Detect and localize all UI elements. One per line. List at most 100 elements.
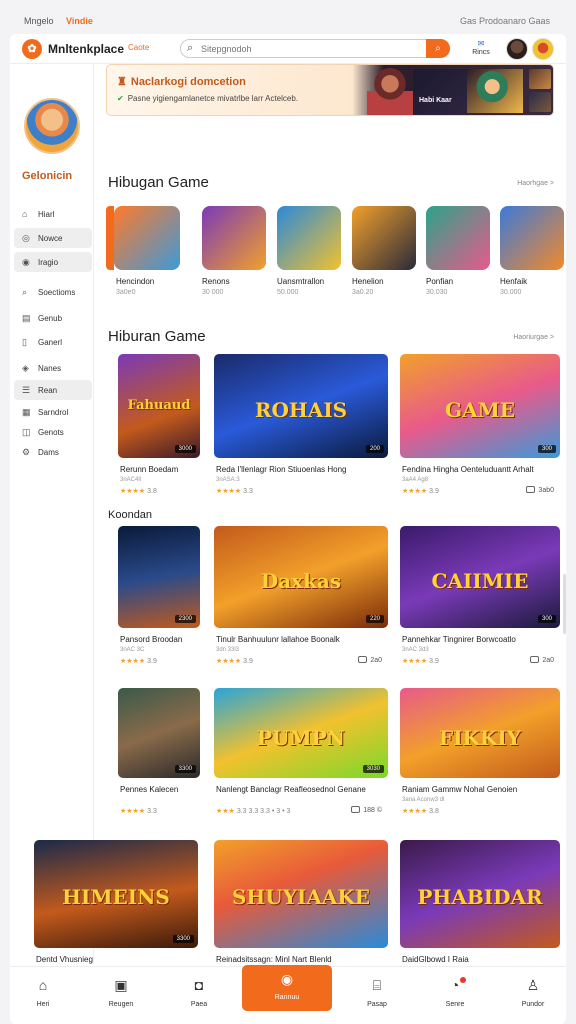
game-badge: 220	[365, 615, 384, 623]
store-icon: ▣	[114, 977, 128, 993]
search-submit-button[interactable]: ⌕	[426, 39, 450, 58]
game-title: Reinadsitssagn: Minl Nart Blenld	[216, 955, 332, 964]
game-cover-image[interactable]: CAIIMIE 300	[400, 526, 560, 628]
comment-icon	[351, 806, 361, 813]
game-card[interactable]: 3300 Pennes Kalecen ★★★★ 3.3	[118, 688, 200, 818]
sidebar-avatar[interactable]	[24, 98, 80, 154]
game-title: Reda I'llenlagr Rion Stiuoenlas Hong	[216, 465, 347, 474]
app-card[interactable]: Uansmtrallon 50.000	[277, 206, 341, 298]
search-input[interactable]	[201, 42, 421, 56]
user-avatar[interactable]	[506, 38, 528, 60]
brand-subtitle: Caote	[128, 43, 150, 52]
app-icon-image[interactable]	[500, 206, 564, 270]
sidebar-item-label: Nanes	[38, 364, 62, 373]
game-card[interactable]: FIKKIY Raniam Gammw Nohal Genoien 3ana Aco…	[400, 688, 560, 818]
rating-value: 3.3	[243, 488, 253, 495]
game-card[interactable]: PUMPN 3030 Nanlengt Banclagr Reafleosednol…	[214, 688, 388, 818]
app-icon-image[interactable]	[352, 206, 416, 270]
message-button[interactable]: ✉ Rincs	[468, 39, 494, 57]
game-comment-count[interactable]: 2a0	[358, 656, 382, 664]
app-icon-image[interactable]	[277, 206, 341, 270]
sidebar-item-soectioms[interactable]: ⌕ Soectioms	[14, 282, 92, 302]
game-cover-image[interactable]: FIKKIY	[400, 688, 560, 778]
scrollbar[interactable]	[563, 574, 566, 634]
sidebar-item-genots[interactable]: ◫ Genots	[14, 422, 92, 442]
game-cover-image[interactable]: 2300	[118, 526, 200, 628]
nav-item-label: Reugen	[108, 1001, 134, 1008]
app-meta: 30.030	[426, 289, 448, 296]
see-all-apps-link[interactable]: Haorhgae >	[517, 180, 554, 187]
banner-hero-image	[467, 69, 523, 113]
game-cover-image[interactable]: Fahuaud 3000	[118, 354, 200, 458]
game-comment-count[interactable]: 188 ©	[351, 806, 382, 814]
sidebar-item-dams[interactable]: ⚙ Dams	[14, 442, 92, 462]
notification-dot	[460, 977, 466, 983]
game-comment-count[interactable]: 2a0	[530, 656, 554, 664]
app-card[interactable]: Renons 30 000	[202, 206, 266, 298]
game-subtitle: 3nASA:3	[216, 477, 240, 483]
star-rating-icon: ★★★★	[216, 488, 242, 495]
logo-icon[interactable]: ✿	[22, 39, 42, 59]
promo-banner[interactable]: ♜ Naclarkogi domcetion ✔ Pasne yigiengamla…	[106, 64, 554, 116]
game-cover-title: PUMPN	[257, 726, 345, 750]
sidebar-item-hiarl[interactable]: ⌂ Hiarl	[14, 204, 92, 224]
app-card[interactable]: Hencindon 3a0e0	[114, 206, 180, 298]
game-card[interactable]: Fahuaud 3000 Rerunn Boedam 3nAC4ll ★★★★ 3.8	[118, 354, 200, 498]
game-card[interactable]: 2300 Pansord Broodan 3nAC 3C ★★★★ 3.9	[118, 526, 200, 668]
app-icon-image[interactable]	[114, 206, 180, 270]
game-badge: 3300	[172, 935, 194, 943]
game-cover-title: HIMEINS	[62, 885, 170, 909]
sidebar-title: Gelonicin	[22, 170, 73, 182]
game-subtitle: 3nAC4ll	[120, 477, 142, 483]
bag-icon: ◘	[194, 977, 204, 993]
nav-item-pasap[interactable]: ⌸ Pasap	[342, 975, 412, 1008]
game-cover-image[interactable]: GAME 300	[400, 354, 560, 458]
game-cover-title: GAME	[445, 398, 515, 422]
game-cover-image[interactable]: 3300	[118, 688, 200, 778]
game-card[interactable]: GAME 300 Fendina Hingha Oenteluduantt Arha…	[400, 354, 560, 498]
app-card[interactable]: Henelion 3a0.20	[352, 206, 416, 298]
search-bar[interactable]: ⌕ ⌕	[180, 39, 450, 58]
nav-item-rannuu[interactable]: ◉ Rannuu	[242, 965, 332, 1011]
game-cover-image[interactable]: ROHAIS 200	[214, 354, 388, 458]
game-cover-image[interactable]: Daxkas 220	[214, 526, 388, 628]
rating-value: 3.9	[147, 658, 157, 665]
game-title: Pennes Kalecen	[120, 785, 179, 794]
banner-thumb-1[interactable]	[529, 69, 551, 89]
nav-item-label: Paea	[190, 1001, 208, 1008]
profile-avatar[interactable]	[532, 38, 554, 60]
sidebar-item-sarndrol[interactable]: ▦ Sarndrol	[14, 402, 92, 422]
sidebar-item-iragio[interactable]: ◉ Iragio	[14, 252, 92, 272]
nav-item-heri[interactable]: ⌂ Heri	[10, 975, 78, 1008]
nav-item-pundor[interactable]: ♙ Pundor	[498, 975, 566, 1008]
app-card[interactable]: Henfaik 30.000	[500, 206, 564, 298]
app-card[interactable]: Ponfian 30.030	[426, 206, 490, 298]
game-card[interactable]: ROHAIS 200 Reda I'llenlagr Rion Stiuoenlas…	[214, 354, 388, 498]
banner-thumb-2[interactable]	[529, 92, 551, 112]
game-card[interactable]: CAIIMIE 300 Pannehkar Tingnirer Borwcoatlo…	[400, 526, 560, 668]
game-title: Pannehkar Tingnirer Borwcoatlo	[402, 635, 516, 644]
game-cover-image[interactable]: PHABIDAR	[400, 840, 560, 948]
nav-item-label: Pasap	[367, 1001, 387, 1008]
see-all-games-link[interactable]: Haoriurgae >	[513, 334, 554, 341]
game-cover-image[interactable]: SHUYIAAKE	[214, 840, 388, 948]
brand-name[interactable]: Mnltenkplace	[48, 42, 124, 56]
sidebar-item-label: Hiarl	[38, 210, 55, 219]
game-title: Dentd Vhusnieg	[36, 955, 93, 964]
game-cover-image[interactable]: PUMPN 3030	[214, 688, 388, 778]
app-icon-image[interactable]	[426, 206, 490, 270]
sidebar-item-nanes[interactable]: ◈ Nanes	[14, 358, 92, 378]
nav-item-paea[interactable]: ◘ Paea	[164, 975, 234, 1008]
app-meta: 3a0e0	[116, 289, 136, 296]
sidebar-item-ganerl[interactable]: ▯ Ganerl	[14, 332, 92, 352]
sidebar-item-nowce[interactable]: ◎ Nowce	[14, 228, 92, 248]
sidebar-item-rean[interactable]: ☰ Rean	[14, 380, 92, 400]
sidebar-item-genub[interactable]: ▤ Genub	[14, 308, 92, 328]
game-comment-count[interactable]: 3ab0	[526, 486, 554, 494]
nav-item-reugen[interactable]: ▣ Reugen	[86, 975, 156, 1008]
nav-item-senre[interactable]: ◔ Senre	[420, 975, 490, 1008]
game-card[interactable]: Daxkas 220 Tinulr Banhuulunr lallahoe Boon…	[214, 526, 388, 668]
game-cover-image[interactable]: HIMEINS 3300	[34, 840, 198, 948]
game-title: Tinulr Banhuulunr lallahoe Boonalk	[216, 635, 340, 644]
app-icon-image[interactable]	[202, 206, 266, 270]
